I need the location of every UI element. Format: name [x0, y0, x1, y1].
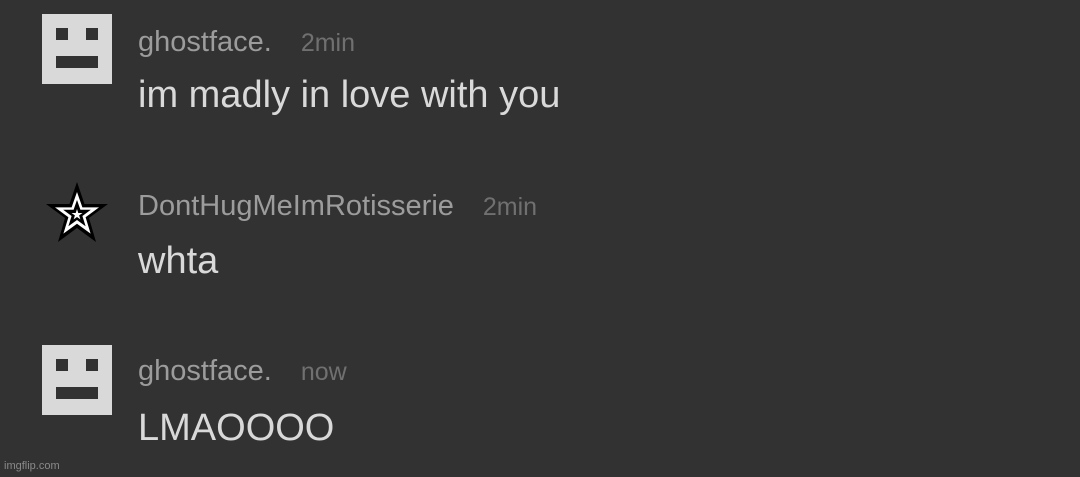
watermark: imgflip.com: [4, 460, 60, 472]
chat-message: ghostface. now LMAOOOO: [0, 345, 1080, 455]
chat-message: ghostface. 2min im madly in love with yo…: [0, 14, 1080, 124]
avatar[interactable]: [42, 180, 112, 250]
avatar[interactable]: [42, 14, 112, 84]
block-face-icon: [42, 14, 112, 84]
chat-message: DontHugMeImRotisserie 2min whta: [0, 180, 1080, 290]
username[interactable]: ghostface.: [138, 353, 272, 389]
timestamp: 2min: [300, 29, 356, 57]
timestamp: 2min: [482, 193, 538, 221]
star-icon: [46, 182, 108, 242]
message-text: LMAOOOO: [138, 407, 335, 449]
avatar[interactable]: [42, 345, 112, 415]
message-text: im madly in love with you: [138, 74, 561, 116]
username[interactable]: ghostface.: [138, 24, 272, 60]
message-text: whta: [138, 240, 219, 282]
message-header: ghostface. now: [138, 353, 347, 390]
block-face-icon: [42, 345, 112, 415]
message-header: DontHugMeImRotisserie 2min: [138, 188, 537, 225]
username[interactable]: DontHugMeImRotisserie: [138, 188, 454, 224]
message-header: ghostface. 2min: [138, 24, 355, 61]
timestamp: now: [300, 358, 347, 386]
